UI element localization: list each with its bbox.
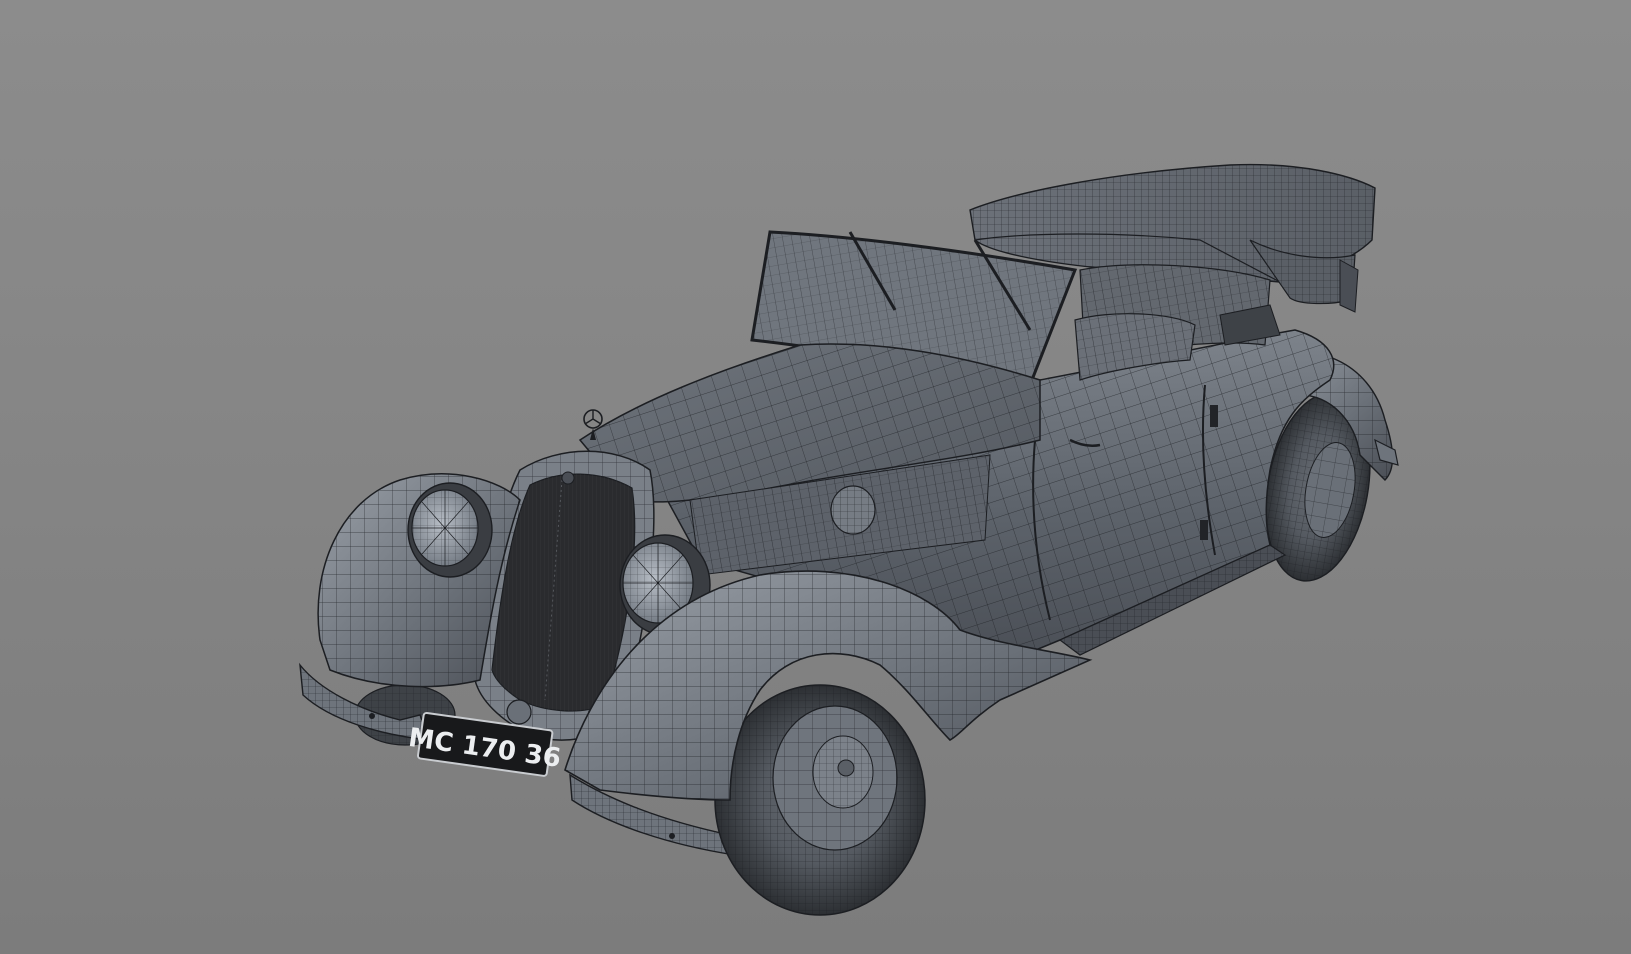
front-right-wheel [714, 684, 926, 916]
3d-viewport[interactable]: MC 170 36 [0, 0, 1631, 954]
grille-badge [506, 699, 532, 725]
headlamp-left [407, 482, 493, 578]
car-model-wireframe: MC 170 36 [299, 163, 1399, 916]
